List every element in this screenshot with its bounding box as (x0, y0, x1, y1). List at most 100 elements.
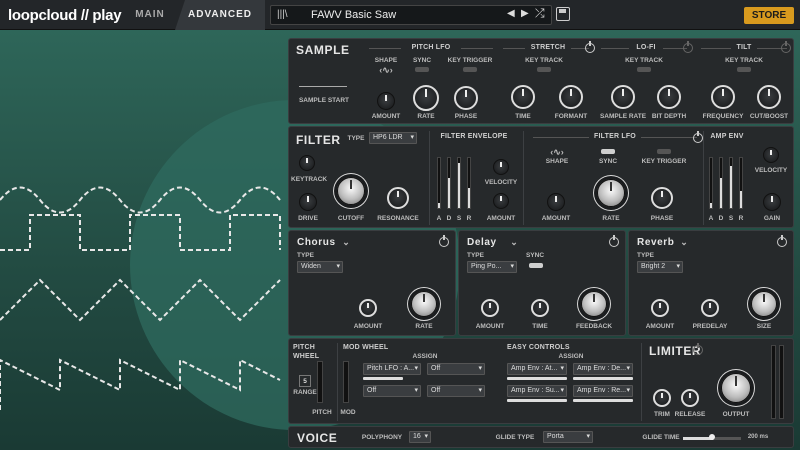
limiter-power-icon[interactable] (693, 343, 703, 355)
mod-assign-slot-1[interactable]: Pitch LFO : A... (363, 363, 421, 375)
prev-preset-button[interactable]: ◀ (507, 8, 515, 19)
mod-assign-slot-3[interactable]: Off (363, 385, 421, 397)
filter-env-s-slider[interactable] (457, 157, 461, 209)
chorus-type-select[interactable]: Widen (297, 261, 343, 273)
preset-name[interactable]: FAWV Basic Saw (311, 9, 396, 21)
filter-env-d-slider[interactable] (447, 157, 451, 209)
delay-feedback-knob[interactable] (581, 291, 607, 317)
amp-env-s-slider[interactable] (729, 157, 733, 209)
polyphony-select[interactable]: 16 (409, 431, 431, 443)
stretch-key-track-toggle[interactable] (537, 67, 551, 72)
cutoff-knob[interactable] (337, 177, 365, 205)
reverb-size-knob[interactable] (751, 291, 777, 317)
delay-time-knob[interactable] (531, 299, 549, 317)
easy-control-slot-3[interactable]: Amp Env : Su... (507, 385, 567, 397)
easy-control-slot-1[interactable]: Amp Env : At... (507, 363, 567, 375)
reverb-chevron-down-icon[interactable]: ⌄ (679, 237, 689, 248)
reverb-amount-knob[interactable] (651, 299, 669, 317)
filter-env-r-slider[interactable] (467, 157, 471, 209)
easy-control-amount-4[interactable] (573, 399, 633, 402)
limiter-trim-knob[interactable] (653, 389, 671, 407)
glide-time-handle[interactable] (709, 434, 715, 440)
chorus-rate-knob[interactable] (411, 291, 437, 317)
keytrack-knob[interactable] (299, 155, 315, 171)
filter-lfo-power-icon[interactable] (693, 131, 703, 143)
amp-env-d-label: D (718, 215, 724, 222)
easy-control-slot-2[interactable]: Amp Env : De... (573, 363, 633, 375)
stretch-time-knob[interactable] (511, 85, 535, 109)
chorus-title[interactable]: Chorus (297, 237, 336, 248)
next-preset-button[interactable]: ▶ (521, 8, 529, 19)
lofi-bit-depth-knob[interactable] (657, 85, 681, 109)
lofi-key-track-toggle[interactable] (637, 67, 651, 72)
delay-chevron-down-icon[interactable]: ⌄ (509, 237, 519, 248)
amp-env-a-slider[interactable] (709, 157, 713, 209)
amp-env-velocity-knob[interactable] (763, 147, 779, 163)
easy-control-slot-4[interactable]: Amp Env : Re... (573, 385, 633, 397)
delay-sync-toggle[interactable] (529, 263, 543, 268)
mod-wheel[interactable] (343, 361, 349, 403)
pitch-lfo-key-trigger-toggle[interactable] (463, 67, 477, 72)
filter-lfo-sync-toggle[interactable] (601, 149, 615, 154)
mod-assign-amount-1[interactable] (363, 377, 403, 380)
pitch-lfo-amount-knob[interactable] (377, 92, 395, 110)
pitch-range-value[interactable]: 5 (299, 375, 311, 387)
store-button[interactable]: STORE (744, 7, 794, 24)
sine-shape-icon[interactable]: ‹∿› (371, 65, 401, 76)
resonance-knob[interactable] (387, 187, 409, 209)
filter-env-a-slider[interactable] (437, 157, 441, 209)
chorus-amount-label: AMOUNT (353, 323, 383, 330)
amp-env-r-slider[interactable] (739, 157, 743, 209)
tilt-frequency-knob[interactable] (711, 85, 735, 109)
easy-control-amount-2[interactable] (573, 377, 633, 380)
filter-lfo-rate-knob[interactable] (597, 179, 625, 207)
limiter-output-knob[interactable] (721, 373, 751, 403)
tilt-cut-boost-knob[interactable] (757, 85, 781, 109)
sample-start-slider[interactable] (299, 86, 347, 87)
limiter-release-knob[interactable] (681, 389, 699, 407)
delay-power-icon[interactable] (609, 235, 619, 247)
stretch-formant-knob[interactable] (559, 85, 583, 109)
pitch-wheel[interactable] (317, 361, 323, 403)
mod-assign-slot-2[interactable]: Off (427, 363, 485, 375)
save-icon[interactable] (556, 7, 570, 21)
pitch-lfo-phase-knob[interactable] (454, 86, 478, 110)
amp-env-gain-knob[interactable] (763, 193, 781, 211)
filter-type-select[interactable]: HP6 LDR (369, 132, 417, 144)
filter-lfo-sine-icon[interactable]: ‹∿› (537, 147, 577, 158)
filter-env-velocity-knob[interactable] (493, 159, 509, 175)
chorus-power-icon[interactable] (439, 235, 449, 247)
drive-knob[interactable] (299, 193, 317, 211)
reverb-power-icon[interactable] (777, 235, 787, 247)
stretch-power-icon[interactable] (585, 41, 595, 53)
delay-title[interactable]: Delay (467, 237, 497, 248)
filter-lfo-key-trigger-toggle[interactable] (657, 149, 671, 154)
pitch-lfo-sync-toggle[interactable] (415, 67, 429, 72)
filter-lfo-phase-knob[interactable] (651, 187, 673, 209)
tilt-power-icon[interactable] (781, 41, 791, 53)
tab-main[interactable]: MAIN (125, 0, 175, 30)
library-icon[interactable]: |||\ (277, 9, 288, 20)
chorus-amount-knob[interactable] (359, 299, 377, 317)
delay-amount-knob[interactable] (481, 299, 499, 317)
filter-lfo-amount-knob[interactable] (547, 193, 565, 211)
mod-assign-slot-4[interactable]: Off (427, 385, 485, 397)
shuffle-icon[interactable]: ⤮ (535, 6, 545, 21)
filter-type-label: TYPE (347, 135, 365, 142)
reverb-type-select[interactable]: Bright 2 (637, 261, 683, 273)
tilt-key-track-toggle[interactable] (737, 67, 751, 72)
easy-control-amount-1[interactable] (507, 377, 567, 380)
amp-env-d-slider[interactable] (719, 157, 723, 209)
filter-env-amount-knob[interactable] (493, 193, 509, 209)
lofi-power-icon[interactable] (683, 41, 693, 53)
chorus-chevron-down-icon[interactable]: ⌄ (341, 237, 351, 248)
reverb-title[interactable]: Reverb (637, 237, 675, 248)
delay-type-select[interactable]: Ping Po... (467, 261, 517, 273)
preset-browser[interactable]: |||\ FAWV Basic Saw ◀ ▶ ⤮ (270, 5, 552, 25)
tab-advanced[interactable]: ADVANCED (175, 0, 265, 30)
reverb-predelay-knob[interactable] (701, 299, 719, 317)
glide-type-select[interactable]: Porta (543, 431, 593, 443)
easy-control-amount-3[interactable] (507, 399, 567, 402)
pitch-lfo-rate-knob[interactable] (413, 85, 439, 111)
lofi-sample-rate-knob[interactable] (611, 85, 635, 109)
